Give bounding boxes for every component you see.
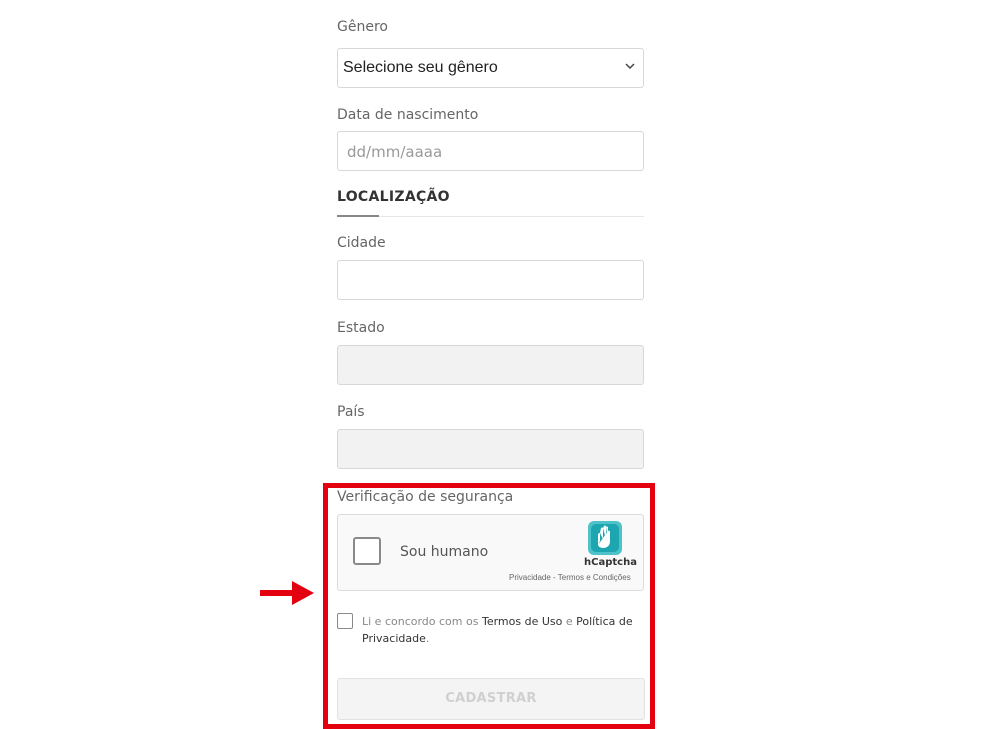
gender-select-value: Selecione seu gênero: [343, 59, 498, 76]
birthdate-label: Data de nascimento: [337, 107, 479, 123]
country-label: País: [337, 404, 365, 420]
city-input[interactable]: [337, 260, 644, 300]
state-input[interactable]: [337, 345, 644, 385]
arrow-right-icon: [260, 581, 314, 610]
gender-select[interactable]: Selecione seu gênero: [337, 48, 644, 88]
country-input[interactable]: [337, 429, 644, 469]
birthdate-input[interactable]: dd/mm/aaaa: [337, 131, 644, 171]
section-divider: [337, 216, 644, 217]
birthdate-placeholder: dd/mm/aaaa: [347, 143, 443, 161]
gender-label: Gênero: [337, 19, 388, 35]
state-label: Estado: [337, 320, 385, 336]
location-section-title: LOCALIZAÇÃO: [337, 189, 450, 205]
chevron-down-icon: [625, 60, 635, 74]
annotation-highlight-box: [323, 483, 655, 729]
section-divider-accent: [337, 215, 379, 217]
city-label: Cidade: [337, 235, 386, 251]
